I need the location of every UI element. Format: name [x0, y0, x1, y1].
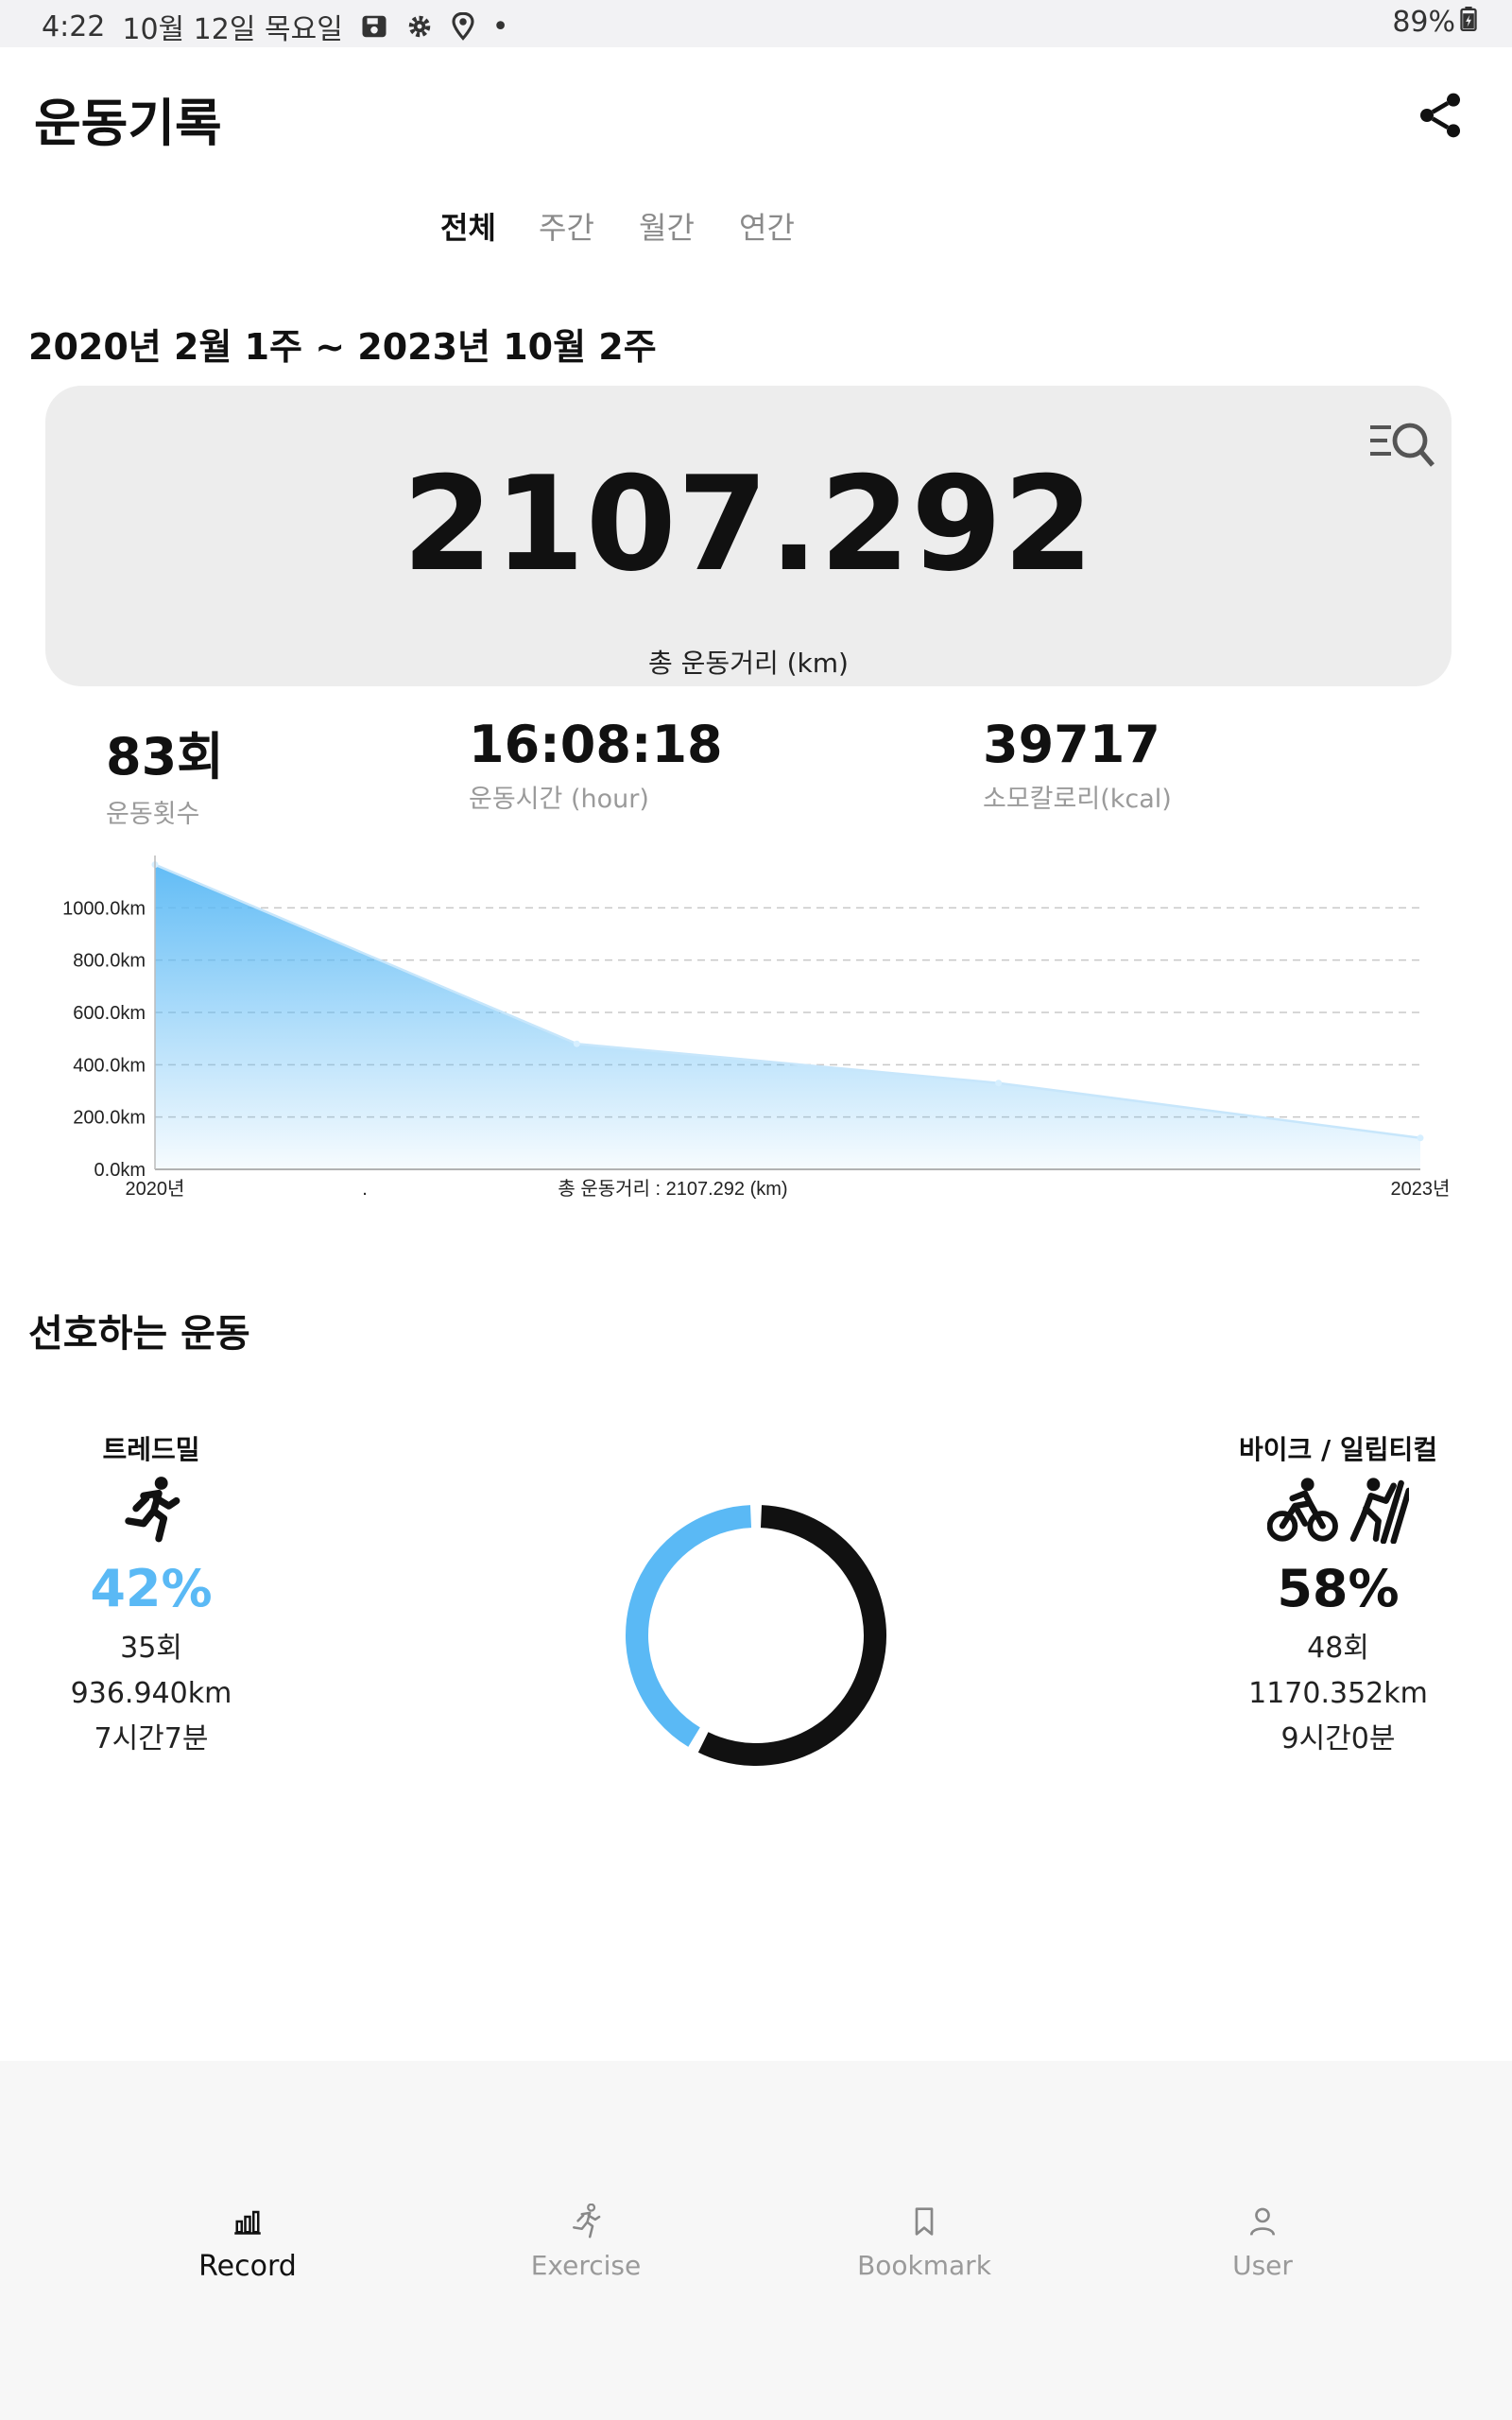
stat-time: 16:08:18 운동시간 (hour) [469, 715, 723, 815]
nav-bookmark-label: Bookmark [857, 2250, 991, 2281]
period-tabs: 전체 주간 월간 연간 [0, 204, 1512, 261]
favorite-treadmill: 트레드밀 42% 35회 936.940km 7시간7분 [0, 1429, 302, 1762]
chart-point [573, 1040, 580, 1047]
tab-monthly[interactable]: 월간 [639, 204, 695, 248]
distance-area [155, 864, 1420, 1169]
treadmill-time: 7시간7분 [94, 1722, 209, 1755]
treadmill-distance: 936.940km [70, 1677, 232, 1710]
total-distance-label: 총 운동거리 (km) [648, 648, 849, 679]
nav-record-label: Record [198, 2250, 297, 2283]
status-bar: 4:22 10월 12일 목요일 • 89% [0, 0, 1512, 47]
x-tick-label: 2023년 [1391, 1178, 1451, 1200]
bike-percent: 58% [1277, 1559, 1400, 1618]
treadmill-percent: 42% [90, 1559, 213, 1618]
stat-calories-label: 소모칼로리(kcal) [983, 785, 1172, 814]
x-tick-label: . [362, 1179, 368, 1200]
x-axis-title: 총 운동거리 : 2107.292 (km) [558, 1178, 787, 1200]
y-tick-label: 400.0km [73, 1055, 146, 1076]
nav-record[interactable]: Record [125, 2201, 370, 2283]
stat-time-label: 운동시간 (hour) [469, 785, 649, 814]
running-icon [463, 2201, 709, 2242]
elliptical-icon [1349, 1478, 1409, 1544]
treadmill-count: 35회 [120, 1632, 182, 1665]
share-button[interactable] [1414, 89, 1467, 142]
y-tick-label: 0.0km [94, 1160, 146, 1181]
x-tick-label: 2020년 [126, 1178, 185, 1200]
treadmill-name: 트레드밀 [102, 1434, 200, 1465]
status-dot: • [491, 9, 509, 43]
stat-time-value: 16:08:18 [469, 715, 723, 774]
location-icon [451, 12, 475, 41]
distance-area-chart: 0.0km 200.0km 400.0km 600.0km 800.0km 1000.0k… [62, 856, 1451, 1200]
settings-icon [405, 12, 434, 41]
nav-exercise-label: Exercise [530, 2250, 642, 2281]
y-tick-label: 800.0km [73, 951, 146, 972]
donut-segment-bike [697, 1505, 886, 1766]
y-tick-label: 200.0km [73, 1108, 146, 1129]
bike-time: 9시간0분 [1280, 1722, 1396, 1755]
status-time: 4:22 [42, 9, 106, 43]
app-bar: 운동기록 [0, 47, 1512, 180]
tab-yearly[interactable]: 연간 [739, 204, 795, 248]
stat-calories-value: 39717 [983, 715, 1160, 774]
chart-point [995, 1080, 1003, 1087]
chart-point [1417, 1134, 1424, 1142]
tab-weekly[interactable]: 주간 [539, 204, 594, 248]
favorite-section-title: 선호하는 운동 [28, 1312, 250, 1356]
bike-count: 48회 [1307, 1632, 1369, 1665]
bookmark-icon [801, 2201, 1047, 2242]
bottom-navigation: Record Exercise Bookmark User [0, 2061, 1512, 2420]
total-distance-card: 2107.292 총 운동거리 (km) [45, 386, 1452, 686]
nav-user-label: User [1232, 2250, 1293, 2281]
bar-chart-icon [125, 2201, 370, 2242]
battery-percent: 89% [1392, 6, 1455, 39]
favorite-bike-elliptical: 바이크 / 일립티컬 58% 48회 1170.352km 9시간0분 [1187, 1429, 1489, 1762]
save-icon [360, 12, 388, 41]
bike-name: 바이크 / 일립티컬 [1238, 1434, 1438, 1465]
stat-count-value: 83회 [106, 727, 224, 786]
y-tick-label: 600.0km [73, 1003, 146, 1024]
date-range: 2020년 2월 1주 ~ 2023년 10월 2주 [28, 326, 657, 368]
favorite-donut-chart [626, 1505, 886, 1766]
bike-distance: 1170.352km [1248, 1677, 1428, 1710]
share-icon [1420, 93, 1460, 138]
nav-exercise[interactable]: Exercise [463, 2201, 709, 2281]
total-distance-value: 2107.292 [402, 448, 1095, 600]
user-icon [1140, 2201, 1385, 2242]
stat-count: 83회 운동횟수 [106, 715, 224, 830]
nav-bookmark[interactable]: Bookmark [801, 2201, 1047, 2281]
y-tick-label: 1000.0km [62, 898, 146, 919]
stat-calories: 39717 소모칼로리(kcal) [983, 715, 1172, 815]
nav-user[interactable]: User [1140, 2201, 1385, 2281]
stat-count-label: 운동횟수 [106, 800, 200, 829]
page-title: 운동기록 [34, 94, 222, 153]
running-icon [0, 1467, 302, 1552]
bike-icon [1187, 1467, 1489, 1552]
tab-all[interactable]: 전체 [440, 204, 496, 248]
status-date: 10월 12일 목요일 [122, 13, 343, 46]
donut-segment-treadmill [626, 1505, 752, 1747]
battery-icon [1459, 6, 1478, 39]
